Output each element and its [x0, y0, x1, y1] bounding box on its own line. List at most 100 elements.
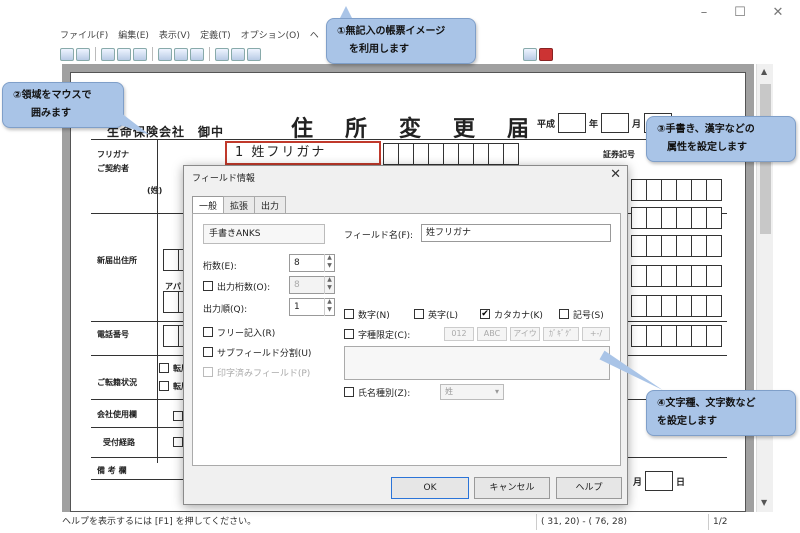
- output-digits-spinner: ▲ ▼: [324, 276, 334, 294]
- transfer-checkbox-1: [159, 363, 169, 373]
- month-label: 月: [632, 119, 642, 130]
- selected-field-region[interactable]: 1 姓フリガナ: [225, 141, 381, 165]
- route-checkbox: [173, 437, 183, 447]
- output-digits-checkbox[interactable]: [203, 281, 213, 291]
- status-help-text: ヘルプを表示するには [F1] を押してください。: [62, 517, 257, 527]
- callout-4: ④文字種、文字数など を設定します: [646, 390, 796, 436]
- field-name-input[interactable]: 姓フリガナ: [421, 224, 611, 242]
- menu-options[interactable]: オプション(O): [241, 28, 300, 44]
- callout-1-line-1: ①無記入の帳票イメージ: [337, 26, 446, 37]
- year-box: [558, 113, 587, 133]
- save-icon[interactable]: [60, 47, 74, 61]
- dialog-close-icon[interactable]: ✕: [610, 167, 621, 182]
- free-entry-checkbox[interactable]: [203, 327, 213, 337]
- right-boxes-1: [631, 179, 722, 201]
- output-order-label: 出力順(Q):: [203, 305, 248, 315]
- bottom-date: 月 日: [633, 471, 685, 491]
- general-pane: 手書きANKS フィールド名(F): 姓フリガナ 桁数(E): 8 ▲ ▼ 出力桁…: [192, 213, 621, 466]
- scroll-up-icon[interactable]: ▲: [761, 67, 767, 76]
- tab-extended[interactable]: 拡張: [223, 196, 256, 214]
- subfield-label: サブフィールド分割(U): [217, 349, 312, 359]
- katakana-checkbox[interactable]: ✔: [480, 309, 490, 319]
- company-use-label: 会社使用欄: [97, 410, 137, 419]
- numeric-label: 数字(N): [358, 311, 390, 321]
- output-order-spinner[interactable]: ▲ ▼: [324, 298, 334, 316]
- char-btn-katakana: アイウ: [510, 327, 540, 341]
- alpha-label: 英字(L): [428, 311, 459, 321]
- bottom-month-label: 月: [633, 477, 643, 488]
- callout-3-line-2: 属性を設定します: [667, 142, 747, 153]
- callout-4-line-2: を設定します: [657, 416, 717, 427]
- callout-3: ③手書き、漢字などの 属性を設定します: [646, 116, 796, 162]
- bottom-day-label: 日: [676, 477, 686, 488]
- zoom-out-icon[interactable]: [190, 47, 204, 61]
- menu-bar: ファイル(F) 編集(E) 表示(V) 定義(T) オプション(O) ヘ: [60, 28, 319, 44]
- ok-button[interactable]: OK: [391, 477, 469, 499]
- tab-output[interactable]: 出力: [254, 196, 287, 214]
- tool-a-icon[interactable]: [215, 47, 229, 61]
- subfield-checkbox[interactable]: [203, 347, 213, 357]
- tool-c-icon[interactable]: [247, 47, 261, 61]
- char-btn-alpha: ABC: [477, 327, 507, 341]
- close-button[interactable]: ✕: [764, 4, 792, 22]
- scroll-down-icon[interactable]: ▼: [761, 498, 767, 507]
- callout-1: ①無記入の帳票イメージ を利用します: [326, 18, 476, 64]
- era-label: 平成: [537, 119, 556, 130]
- right-boxes-3: [631, 235, 722, 257]
- menu-view[interactable]: 表示(V): [159, 28, 190, 44]
- callout-2: ②領域をマウスで 囲みます: [2, 82, 124, 128]
- menu-define[interactable]: 定義(T): [200, 28, 231, 44]
- name-type-label: 氏名種別(Z):: [358, 389, 411, 399]
- tool-b-icon[interactable]: [231, 47, 245, 61]
- field-tool-icon[interactable]: [101, 47, 115, 61]
- right-boxes-6: [631, 325, 722, 347]
- help-button[interactable]: ヘルプ: [556, 477, 622, 499]
- tool-d-icon[interactable]: [523, 47, 537, 61]
- transfer-checkbox-2: [159, 381, 169, 391]
- menu-edit[interactable]: 編集(E): [118, 28, 149, 44]
- field-tool-3-icon[interactable]: [133, 47, 147, 61]
- new-address-label: 新届出住所: [97, 256, 137, 265]
- right-boxes-4: [631, 265, 722, 287]
- callout-3-line-1: ③手書き、漢字などの: [657, 124, 755, 135]
- field-tool-2-icon[interactable]: [117, 47, 131, 61]
- printed-field-checkbox: [203, 367, 213, 377]
- cancel-button[interactable]: キャンセル: [474, 477, 550, 499]
- printed-field-label: 印字済みフィールド(P): [217, 369, 311, 379]
- tab-general[interactable]: 一般: [192, 196, 225, 214]
- digits-spinner[interactable]: ▲ ▼: [324, 254, 334, 272]
- symbol-label: 記号(S): [573, 311, 604, 321]
- numeric-checkbox[interactable]: [344, 309, 354, 319]
- erase-icon[interactable]: [539, 47, 553, 61]
- minimize-button[interactable]: –: [690, 4, 718, 22]
- symbol-checkbox[interactable]: [559, 309, 569, 319]
- char-btn-numeric: 012: [444, 327, 474, 341]
- katakana-label: カタカナ(K): [494, 311, 543, 321]
- char-limit-label: 字種限定(C):: [358, 331, 411, 341]
- zoom-in-icon[interactable]: [174, 47, 188, 61]
- menu-help[interactable]: ヘ: [310, 28, 319, 44]
- toolbar-separator: [209, 47, 210, 61]
- contractor-label: ご契約者: [97, 164, 129, 173]
- chevron-down-icon: ▾: [494, 387, 499, 396]
- image-icon[interactable]: [76, 47, 90, 61]
- maximize-button[interactable]: ☐: [726, 4, 754, 22]
- select-icon[interactable]: [158, 47, 172, 61]
- status-coordinates: ( 31, 20) - ( 76, 28): [536, 514, 706, 530]
- menu-file[interactable]: ファイル(F): [60, 28, 108, 44]
- output-digits-label: 出力桁数(O):: [217, 283, 271, 293]
- field-type-display: 手書きANKS: [203, 224, 325, 244]
- char-btn-symbol: +-/: [582, 327, 610, 341]
- callout-2-line-2: 囲みます: [31, 108, 71, 119]
- month-box: [601, 113, 630, 133]
- callout-2-line-1: ②領域をマウスで: [13, 90, 92, 101]
- callout-4-line-1: ④文字種、文字数など: [657, 398, 756, 409]
- char-limit-checkbox[interactable]: [344, 329, 354, 339]
- field-name-label: フィールド名(F):: [344, 231, 414, 241]
- alpha-checkbox[interactable]: [414, 309, 424, 319]
- field-info-dialog: フィールド情報 ✕ 一般 拡張 出力 手書きANKS フィールド名(F): 姓フ…: [183, 165, 628, 505]
- name-type-checkbox[interactable]: [344, 387, 354, 397]
- callout-1-line-2: を利用します: [349, 44, 409, 55]
- year-label: 年: [589, 119, 599, 130]
- dialog-tabs: 一般 拡張 出力: [192, 196, 287, 214]
